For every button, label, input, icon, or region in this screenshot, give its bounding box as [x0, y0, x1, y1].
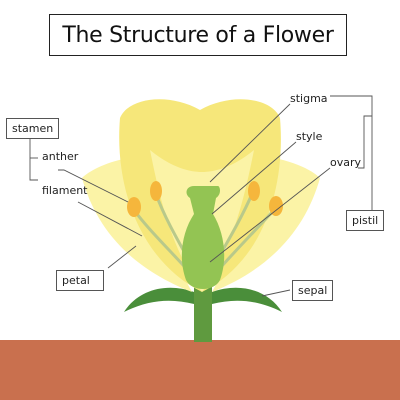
pistil-bracket: [330, 95, 373, 214]
soil: [0, 340, 400, 400]
label-style: style: [296, 130, 323, 143]
label-petal: petal: [56, 270, 104, 291]
label-sepal: sepal: [292, 280, 334, 301]
title-box: The Structure of a Flower: [49, 14, 347, 56]
label-filament: filament: [42, 184, 88, 197]
label-stamen: stamen: [6, 118, 60, 139]
label-anther: anther: [42, 150, 79, 163]
label-stigma: stigma: [290, 92, 328, 105]
label-pistil: pistil: [346, 210, 385, 231]
sepal-left: [124, 287, 194, 312]
sepal-leader: [261, 289, 291, 297]
page-title: The Structure of a Flower: [62, 22, 334, 48]
anther-2: [150, 181, 162, 201]
sepal-right: [212, 287, 282, 312]
anther-3: [248, 181, 260, 201]
flower-diagram: [0, 95, 400, 400]
anther-1: [127, 197, 141, 217]
label-ovary: ovary: [330, 156, 362, 169]
